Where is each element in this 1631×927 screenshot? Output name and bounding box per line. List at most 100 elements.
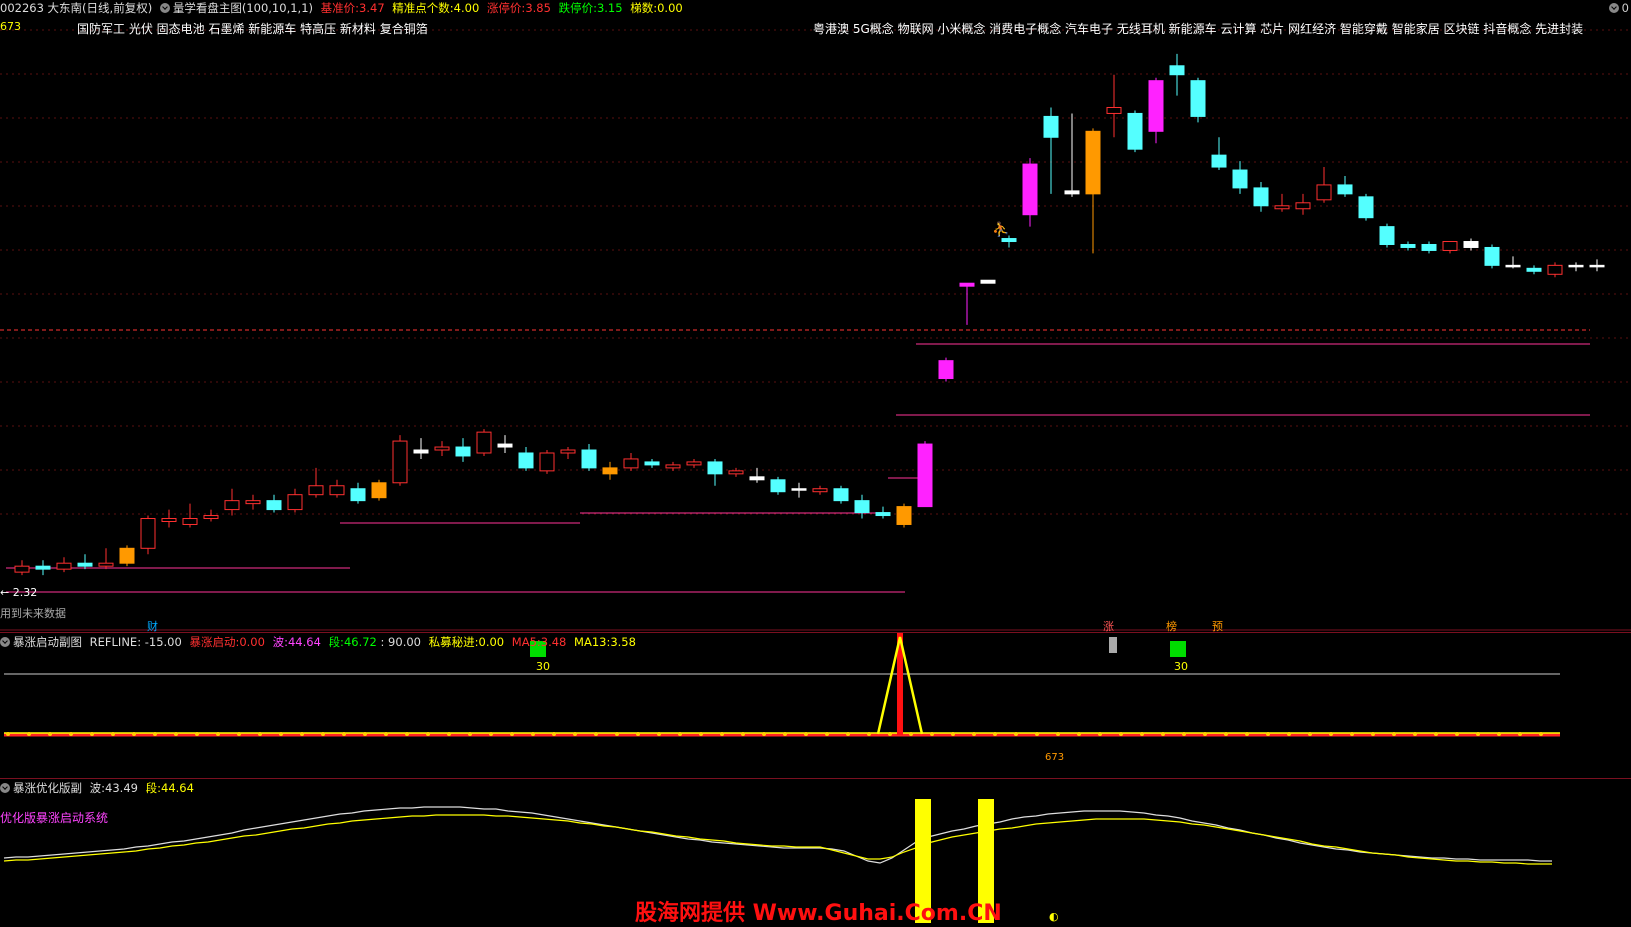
info-circle-icon[interactable] xyxy=(1608,3,1619,13)
candle-body xyxy=(266,500,282,511)
main-chart-pane[interactable]: 002263 大东南(日线,前复权) 量学看盘主图(100,10,1,1) 基准… xyxy=(0,0,1631,633)
limit-up-label: 涨停价: xyxy=(486,1,526,15)
candle-body xyxy=(644,461,660,466)
candle xyxy=(182,503,198,528)
candle-body xyxy=(1253,187,1269,207)
candle-body xyxy=(1463,241,1479,248)
candle-body xyxy=(581,449,597,469)
baseline-dot xyxy=(321,732,325,736)
main-indicator-name[interactable]: 量学看盘主图(100,10,1,1) xyxy=(173,1,313,15)
kline-chart[interactable] xyxy=(0,0,1631,632)
baseline-dot xyxy=(1308,732,1312,736)
sub1-simu-label: 私募秘进: xyxy=(428,635,479,649)
sub1-mark-30b: 30 xyxy=(1174,660,1188,673)
candle xyxy=(1421,241,1437,254)
candle xyxy=(35,560,51,576)
candle xyxy=(854,494,870,519)
candle xyxy=(77,554,93,570)
baseline-dot xyxy=(783,732,787,736)
baseline-dot xyxy=(1497,732,1501,736)
base-price-value: 3.47 xyxy=(359,1,385,15)
candle-body xyxy=(1106,106,1122,114)
candle-body xyxy=(1148,80,1164,132)
sub2-name[interactable]: 暴涨优化版副 xyxy=(13,781,82,795)
baseline-dot xyxy=(342,732,346,736)
baseline-dot xyxy=(720,732,724,736)
candle xyxy=(665,461,681,471)
baseline-dot xyxy=(1287,732,1291,736)
candle-body xyxy=(959,282,975,287)
baseline-dot xyxy=(1434,732,1438,736)
candle xyxy=(1106,74,1122,138)
candle xyxy=(266,494,282,513)
candle xyxy=(287,488,303,513)
ladder-value: 0.00 xyxy=(657,1,683,15)
candle xyxy=(749,467,765,483)
baseline-dot xyxy=(468,732,472,736)
sub1-ninety: : 90.00 xyxy=(380,635,421,649)
baseline-dot xyxy=(510,732,514,736)
candle-body xyxy=(875,512,891,517)
candle-body xyxy=(1379,226,1395,245)
header-bar: 002263 大东南(日线,前复权) 量学看盘主图(100,10,1,1) 基准… xyxy=(0,1,683,15)
sub1-chart[interactable] xyxy=(0,633,1631,779)
indicator-toggle-icon[interactable] xyxy=(0,637,10,647)
baseline-dot xyxy=(909,732,913,736)
sub1-ma5: 3.48 xyxy=(540,635,567,649)
baseline-dot xyxy=(867,732,871,736)
baseline-dot xyxy=(1266,732,1270,736)
candle-body xyxy=(35,565,51,570)
sub2-duan: 44.64 xyxy=(161,781,194,795)
candle-body xyxy=(371,482,387,499)
baseline-dot xyxy=(1035,732,1039,736)
candle-body xyxy=(182,518,198,525)
candle xyxy=(1211,137,1227,171)
baseline-dot xyxy=(1350,732,1354,736)
candle xyxy=(791,482,807,498)
sub1-name[interactable]: 暴涨启动副图 xyxy=(13,635,82,649)
baseline-dot xyxy=(216,732,220,736)
baseline-dot xyxy=(846,732,850,736)
sub1-qidong-label: 暴涨启动: xyxy=(189,635,240,649)
candle xyxy=(812,485,828,495)
baseline-dot xyxy=(741,732,745,736)
baseline-dot xyxy=(972,732,976,736)
baseline-dot xyxy=(1371,732,1375,736)
candle xyxy=(203,509,219,522)
stock-code-name[interactable]: 002263 大东南(日线,前复权) xyxy=(0,1,152,15)
candle xyxy=(917,441,933,508)
candle-body xyxy=(497,443,513,448)
candle-body xyxy=(287,494,303,511)
candle xyxy=(245,494,261,510)
candle-body xyxy=(686,461,702,466)
sub-indicator-pane-1[interactable]: 暴涨启动副图 REFLINE: -15.00 暴涨启动:0.00 波:44.64… xyxy=(0,632,1631,779)
indicator-toggle-icon[interactable] xyxy=(159,3,170,13)
sub-indicator-pane-2[interactable]: 暴涨优化版副 波:43.49 段:44.64 优化版暴涨启动系统 ◐ 股海网提供… xyxy=(0,778,1631,927)
candle xyxy=(1190,77,1206,123)
candle xyxy=(1400,241,1416,251)
sub2-bo-label: 波: xyxy=(89,781,106,795)
candle-body xyxy=(1400,243,1416,248)
candle-body xyxy=(1211,154,1227,168)
indicator-toggle-icon[interactable] xyxy=(0,783,10,793)
sub2-info-icon[interactable]: ◐ xyxy=(1049,910,1059,923)
candle-body xyxy=(56,562,72,570)
baseline-dot xyxy=(888,732,892,736)
limit-down-label: 跌停价: xyxy=(558,1,597,15)
base-price-label: 基准价: xyxy=(320,1,360,15)
sub1-bo-label: 波: xyxy=(272,635,288,649)
candle-body xyxy=(917,443,933,508)
candle xyxy=(455,438,471,462)
baseline-dot xyxy=(1161,732,1165,736)
candle-body xyxy=(770,479,786,493)
baseline-dot xyxy=(1140,732,1144,736)
candle-body xyxy=(1442,241,1458,251)
candle xyxy=(329,479,345,498)
candle xyxy=(560,447,576,459)
candle xyxy=(1148,77,1164,144)
sub1-bo: 44.64 xyxy=(287,635,321,649)
top-right-toggle[interactable]: 0 xyxy=(1608,1,1629,15)
candle xyxy=(833,485,849,504)
limit-down-value: 3.15 xyxy=(596,1,623,15)
candle xyxy=(350,482,366,504)
